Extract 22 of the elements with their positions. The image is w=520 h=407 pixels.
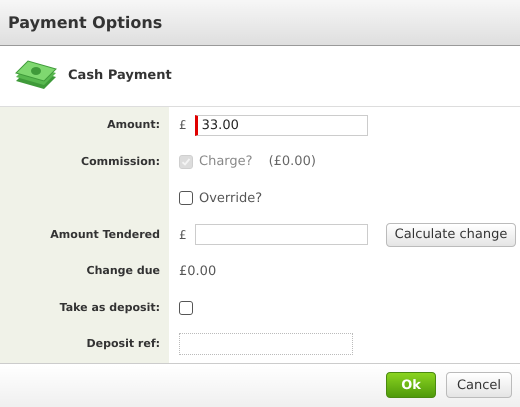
field-label: Amount Tendered <box>50 226 160 242</box>
field-label: Deposit ref: <box>86 336 160 352</box>
currency-symbol: £ <box>179 226 187 244</box>
currency-symbol: £ <box>179 117 187 134</box>
field-label: Commission: <box>81 154 160 170</box>
checkmark-icon <box>181 156 191 167</box>
window-title: Payment Options <box>8 12 162 34</box>
commission-amount: (£0.00) <box>268 153 316 171</box>
field-label: Amount: <box>107 117 160 133</box>
deposit-ref-field[interactable] <box>179 333 353 356</box>
section-title: Cash Payment <box>68 67 172 86</box>
change-due-value: £0.00 <box>179 262 216 280</box>
amount-field[interactable]: 33.00 <box>194 114 368 136</box>
amount-field[interactable] <box>194 224 368 246</box>
cancel-button[interactable]: Cancel <box>446 372 512 398</box>
field-label: Take as deposit: <box>60 300 160 316</box>
field-label: Change due <box>86 263 160 279</box>
checkbox-label: Charge? <box>199 153 253 171</box>
checkbox-label: Override? <box>199 190 262 208</box>
checkbox[interactable] <box>179 300 193 315</box>
checkbox[interactable] <box>179 191 193 206</box>
calculate-change-button[interactable]: Calculate change <box>386 222 516 247</box>
